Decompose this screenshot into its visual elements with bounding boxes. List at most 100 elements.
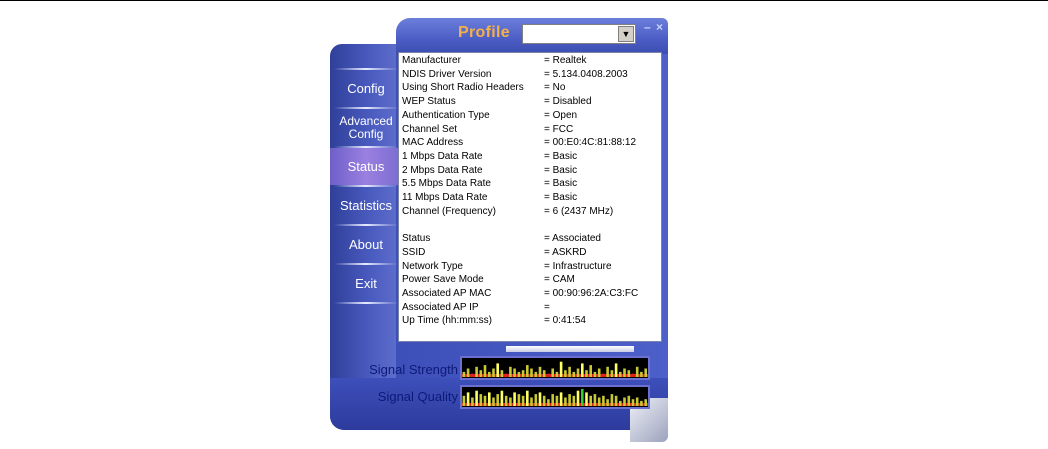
info-value: = Basic: [544, 150, 578, 162]
close-button[interactable]: ×: [656, 20, 663, 34]
signal-strength-bar: [614, 363, 618, 377]
signal-strength-meter: [460, 356, 650, 380]
signal-strength-bar: [593, 371, 597, 377]
signal-strength-bar: [492, 368, 495, 377]
sidebar-item-label: About: [349, 237, 383, 252]
signal-quality-bar: [509, 397, 512, 406]
signal-strength-bar: [623, 368, 626, 377]
signal-strength-bar: [462, 371, 466, 377]
info-key: Associated AP MAC: [402, 287, 492, 299]
signal-strength-bar: [644, 368, 647, 377]
signal-strength-bar: [526, 365, 529, 377]
sidebar-item-status[interactable]: Status: [330, 148, 402, 185]
signal-quality-bar: [521, 395, 525, 406]
signal-strength-bar: [471, 373, 474, 377]
signal-strength-bar: [530, 368, 533, 377]
signal-strength-bar: [504, 373, 508, 377]
signal-strength-bar: [509, 366, 512, 377]
sidebar-item-label: Status: [347, 159, 385, 174]
signal-quality-bar: [619, 400, 622, 406]
minimize-button[interactable]: –: [644, 20, 651, 34]
info-value: = ASKRD: [544, 246, 587, 258]
signal-quality-bar: [597, 397, 601, 406]
signal-strength-bar: [631, 373, 635, 377]
signal-quality-bar: [475, 390, 478, 406]
signal-strength-bar: [564, 370, 567, 377]
signal-quality-bar: [644, 399, 647, 406]
scrollbar-strip[interactable]: [506, 346, 634, 352]
signal-strength-bar: [581, 363, 584, 377]
sidebar-item-about[interactable]: About: [330, 226, 402, 263]
signal-strength-bar: [635, 366, 639, 377]
chevron-down-icon[interactable]: ▼: [618, 26, 634, 42]
signal-quality-bar: [551, 394, 554, 406]
sidebar-item-label: Advanced Config: [339, 113, 393, 141]
signal-strength-bar: [538, 366, 542, 377]
wlan-utility-window: Profile ▼ – × Config Advanced Config Statu…: [330, 18, 668, 442]
signal-strength-bar: [610, 370, 614, 377]
info-key: Network Type: [402, 260, 463, 272]
info-value: = No: [544, 82, 566, 94]
signal-quality-bar: [462, 395, 466, 406]
signal-quality-bar: [623, 397, 626, 406]
signal-quality-bar: [555, 395, 559, 406]
signal-quality-bar: [559, 392, 563, 406]
signal-quality-bar: [631, 399, 635, 406]
signal-quality-bar: [635, 397, 639, 406]
info-key: Status: [402, 233, 431, 245]
sidebar-item-config[interactable]: Config: [330, 70, 402, 107]
signal-quality-bar: [488, 392, 491, 406]
info-value: = Disabled: [544, 96, 592, 108]
signal-quality-bar: [564, 397, 567, 406]
info-key: Manufacturer: [402, 55, 461, 66]
info-value: = Open: [544, 109, 578, 121]
info-key: MAC Address: [402, 137, 464, 149]
sidebar-item-label: Config: [347, 81, 385, 96]
signal-strength-bar: [606, 366, 609, 377]
signal-quality-bar: [504, 395, 508, 406]
signal-strength-bar: [500, 370, 504, 377]
sidebar-item-exit[interactable]: Exit: [330, 265, 402, 302]
info-key: Channel Set: [402, 123, 458, 135]
signal-strength-bar: [483, 365, 487, 377]
sidebar-item-label: Exit: [355, 276, 377, 291]
info-key: Using Short Radio Headers: [402, 82, 524, 94]
signal-strength-bar: [568, 366, 571, 377]
signal-strength-bar: [534, 371, 538, 377]
signal-quality-bar: [576, 390, 580, 406]
signal-quality-bar: [614, 395, 618, 406]
signal-strength-bar: [542, 370, 546, 377]
signal-quality-bar: [606, 399, 609, 406]
sidebar-nav: Config Advanced Config Status Statistics Abo…: [330, 68, 402, 304]
info-key: 2 Mbps Data Rate: [402, 164, 483, 176]
signal-strength-bar: [475, 366, 478, 377]
profile-dropdown[interactable]: ▼: [522, 24, 636, 44]
signal-quality-bar: [585, 392, 588, 406]
sidebar-item-statistics[interactable]: Statistics: [330, 187, 402, 224]
signal-strength-bar: [572, 371, 576, 377]
info-value: = 00:90:96:2A:C3:FC: [544, 287, 639, 299]
signal-quality-bar: [513, 392, 516, 406]
signal-strength-bar: [597, 368, 601, 377]
signal-strength-bar: [517, 371, 521, 377]
signal-strength-label: Signal Strength: [369, 362, 458, 377]
signal-strength-bar: [488, 371, 491, 377]
info-key: 1 Mbps Data Rate: [402, 150, 483, 162]
signal-quality-bar: [538, 392, 542, 406]
signal-quality-bars: [462, 389, 648, 406]
sidebar-item-advanced-config[interactable]: Advanced Config: [330, 109, 402, 146]
signal-strength-bar: [627, 370, 631, 377]
signal-strength-bar: [479, 370, 483, 377]
signal-quality-bar: [572, 395, 576, 406]
info-value: = 5.134.0408.2003: [544, 68, 628, 80]
signal-quality-bar: [610, 394, 614, 406]
signal-quality-bar: [568, 394, 571, 406]
signal-strength-bar: [513, 368, 516, 377]
signal-quality-bar: [526, 390, 529, 406]
info-value: = 00:E0:4C:81:88:12: [544, 137, 637, 149]
signal-quality-label: Signal Quality: [377, 389, 458, 404]
status-info-list: Manufacturer = Realtek NDIS Driver Version…: [398, 52, 662, 342]
signal-quality-bar: [479, 394, 483, 406]
window-title: Profile: [458, 24, 510, 41]
top-border-line: [0, 0, 1048, 1]
